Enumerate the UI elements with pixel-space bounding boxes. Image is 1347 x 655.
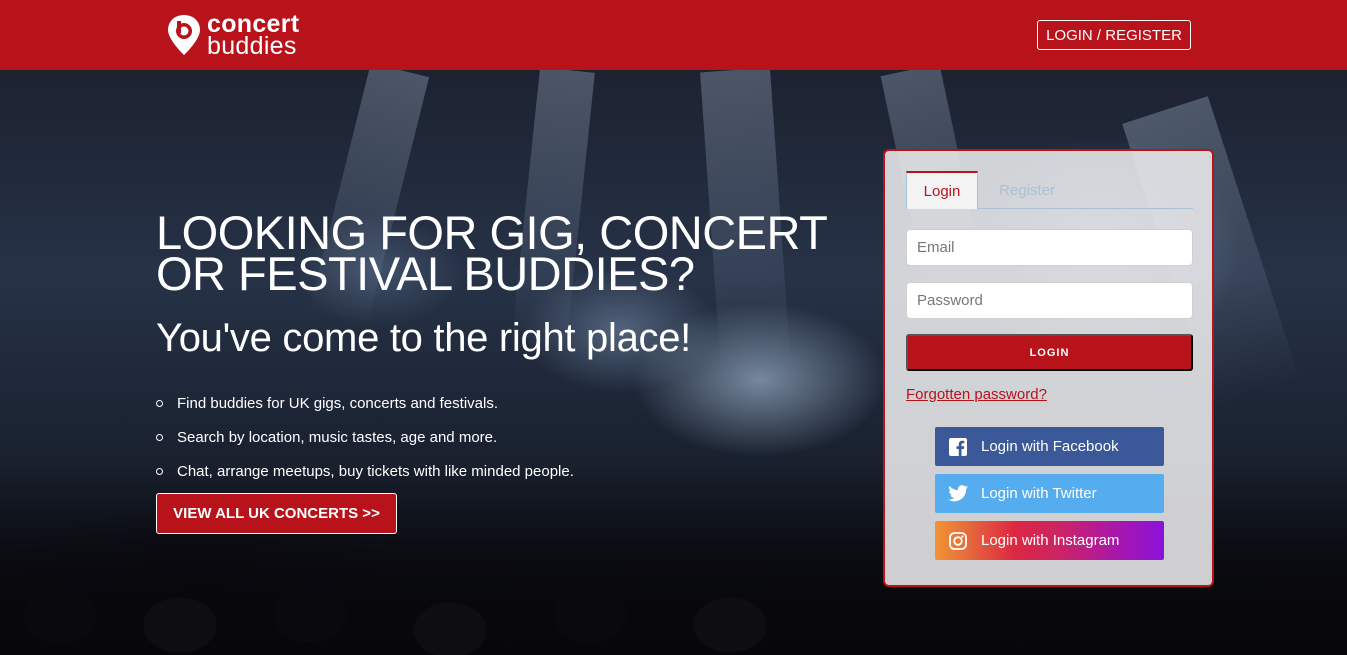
login-register-button[interactable]: LOGIN / REGISTER: [1037, 20, 1191, 50]
list-item: Chat, arrange meetups, buy tickets with …: [156, 454, 574, 488]
auth-tabs: Login Register: [906, 171, 1193, 209]
social-label: Login with Twitter: [981, 485, 1097, 502]
logo-pin-icon: [165, 13, 203, 57]
list-item: Search by location, music tastes, age an…: [156, 420, 574, 454]
auth-panel: Login Register LOGIN Forgotten password?…: [883, 149, 1214, 587]
social-label: Login with Instagram: [981, 532, 1120, 549]
logo-line-2: buddies: [207, 32, 297, 60]
tab-login[interactable]: Login: [906, 171, 978, 209]
login-button[interactable]: LOGIN: [906, 334, 1193, 371]
logo-wordmark: concert buddies: [207, 12, 299, 60]
site-logo[interactable]: concert buddies: [165, 12, 299, 60]
bullet-icon: [156, 399, 163, 407]
login-instagram-button[interactable]: Login with Instagram: [935, 521, 1164, 560]
feature-text: Chat, arrange meetups, buy tickets with …: [177, 462, 574, 480]
hero-subheadline: You've come to the right place!: [156, 316, 691, 360]
list-item: Find buddies for UK gigs, concerts and f…: [156, 386, 574, 420]
social-label: Login with Facebook: [981, 438, 1119, 455]
facebook-icon: [947, 436, 969, 458]
feature-list: Find buddies for UK gigs, concerts and f…: [156, 386, 574, 488]
email-field[interactable]: [906, 229, 1193, 266]
login-twitter-button[interactable]: Login with Twitter: [935, 474, 1164, 513]
instagram-icon: [947, 530, 969, 552]
feature-text: Search by location, music tastes, age an…: [177, 428, 498, 446]
tab-register[interactable]: Register: [984, 171, 1070, 209]
password-field[interactable]: [906, 282, 1193, 319]
hero-headline: LOOKING FOR GIG, CONCERT OR FESTIVAL BUD…: [156, 206, 827, 300]
feature-text: Find buddies for UK gigs, concerts and f…: [177, 394, 498, 412]
view-all-concerts-button[interactable]: VIEW ALL UK CONCERTS >>: [156, 493, 397, 534]
top-navbar: concert buddies LOGIN / REGISTER: [0, 0, 1347, 70]
bullet-icon: [156, 433, 163, 441]
twitter-icon: [947, 483, 969, 505]
login-facebook-button[interactable]: Login with Facebook: [935, 427, 1164, 466]
forgotten-password-link[interactable]: Forgotten password?: [906, 386, 1047, 403]
bullet-icon: [156, 467, 163, 475]
